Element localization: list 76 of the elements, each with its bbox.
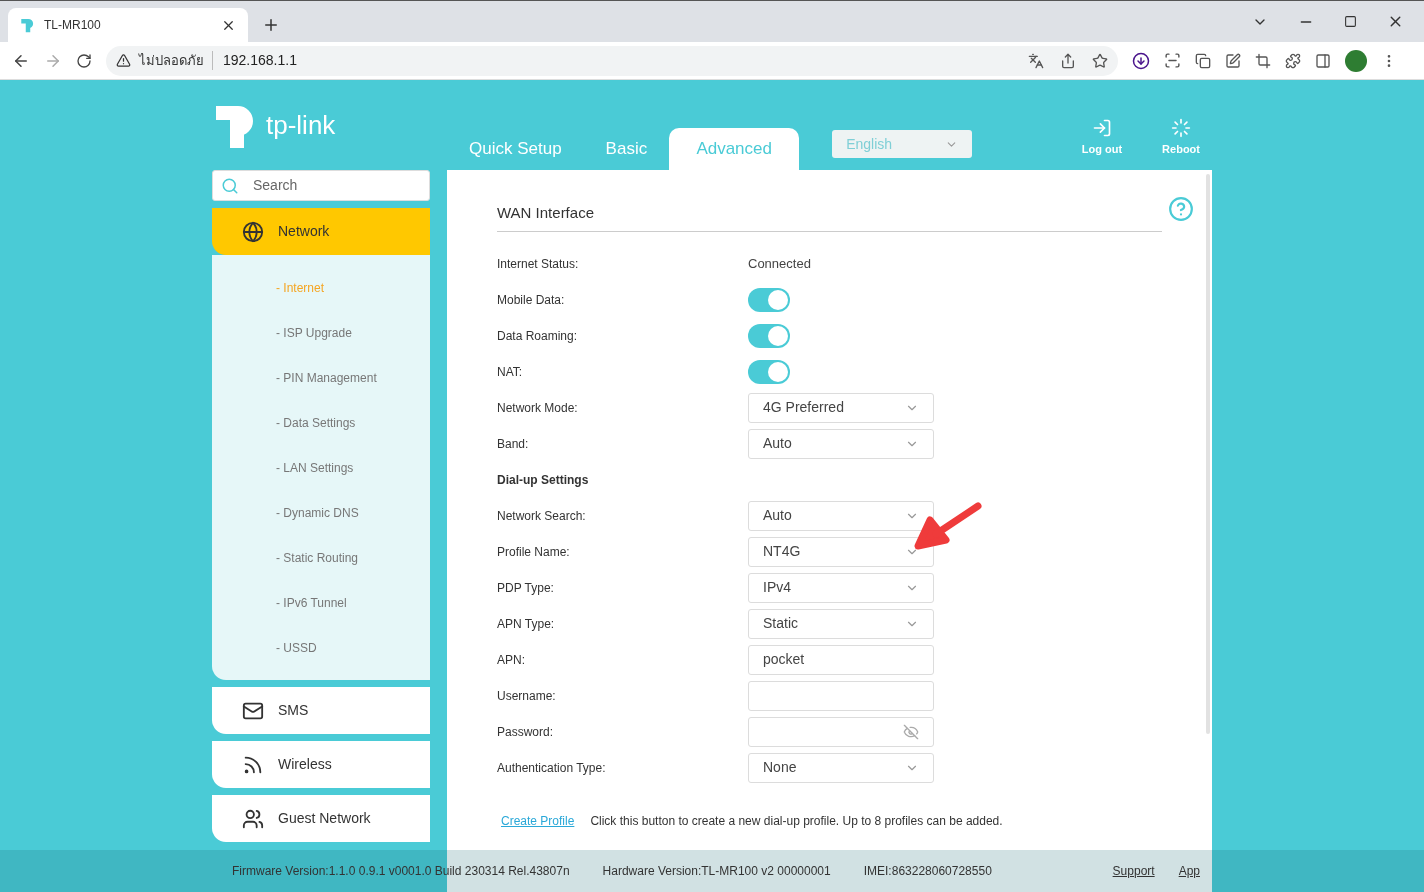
input-field[interactable] bbox=[748, 680, 934, 711]
search-field[interactable]: Search bbox=[212, 170, 430, 201]
dropdown[interactable]: IPv4 bbox=[748, 572, 934, 603]
edit-icon[interactable] bbox=[1225, 52, 1241, 69]
toggle-switch[interactable] bbox=[748, 287, 790, 312]
toggle-switch[interactable] bbox=[748, 323, 790, 348]
field-label: Band: bbox=[497, 435, 530, 453]
toggle-switch[interactable] bbox=[748, 359, 790, 384]
reload-icon[interactable] bbox=[76, 52, 92, 69]
translate-icon[interactable] bbox=[1028, 52, 1044, 69]
security-label: ไม่ปลอดภัย bbox=[139, 50, 213, 71]
help-text: Click this button to create a new dial-up profile. Up to 8 profiles can be added. bbox=[590, 812, 1003, 830]
panel-title: WAN Interface bbox=[497, 203, 594, 223]
dropdown[interactable]: Auto bbox=[748, 500, 934, 531]
field-label: Password: bbox=[497, 723, 555, 741]
section-heading: Dial-up Settings bbox=[497, 471, 589, 489]
field-label: NAT: bbox=[497, 363, 524, 381]
dropdown[interactable]: None bbox=[748, 752, 934, 783]
tab-title: TL-MR100 bbox=[44, 17, 102, 34]
field-label: Username: bbox=[497, 687, 557, 705]
footer-info: Hardware Version:TL-MR100 v2 00000001 bbox=[602, 863, 831, 880]
menu-item[interactable]: Wireless bbox=[212, 741, 430, 788]
menu-item[interactable]: Network bbox=[212, 208, 430, 255]
reboot-icon bbox=[1171, 117, 1192, 138]
share-icon[interactable] bbox=[1060, 52, 1076, 69]
field-label: PDP Type: bbox=[497, 579, 555, 597]
extensions-icon[interactable] bbox=[1285, 52, 1301, 69]
field-label: APN Type: bbox=[497, 615, 556, 633]
crop-icon[interactable] bbox=[1255, 52, 1271, 69]
users-icon bbox=[242, 807, 264, 830]
maximize-icon[interactable] bbox=[1344, 15, 1357, 28]
input-field[interactable]: pocket bbox=[748, 644, 934, 675]
footer-info: IMEI:863228060728550 bbox=[863, 863, 992, 880]
star-icon[interactable] bbox=[1092, 52, 1108, 69]
search-icon bbox=[221, 176, 239, 195]
side-panel-icon[interactable] bbox=[1315, 52, 1331, 69]
submenu-item[interactable]: - IPv6 Tunnel bbox=[212, 580, 430, 625]
dropdown[interactable]: Auto bbox=[748, 428, 934, 459]
avatar-icon[interactable] bbox=[1345, 49, 1367, 72]
field-label: Network Search: bbox=[497, 507, 587, 525]
submenu-item[interactable]: - Dynamic DNS bbox=[212, 490, 430, 535]
logout-icon bbox=[1091, 117, 1112, 138]
submenu-item[interactable]: - PIN Management bbox=[212, 355, 430, 400]
warning-icon bbox=[116, 53, 131, 68]
submenu-item[interactable]: - LAN Settings bbox=[212, 445, 430, 490]
url-text: 192.168.1.1 bbox=[223, 51, 297, 70]
dropdown[interactable]: Static bbox=[748, 608, 934, 639]
dropdown[interactable]: 4G Preferred bbox=[748, 392, 934, 423]
submenu-item[interactable]: - USSD bbox=[212, 625, 430, 670]
field-label: Profile Name: bbox=[497, 543, 571, 561]
field-label: Mobile Data: bbox=[497, 291, 566, 309]
field-label: Internet Status: bbox=[497, 255, 580, 273]
password-field[interactable] bbox=[748, 716, 934, 747]
address-bar[interactable]: ไม่ปลอดภัย 192.168.1.1 bbox=[106, 45, 1118, 76]
tab-favicon-icon bbox=[20, 17, 36, 33]
submenu-item[interactable]: - Data Settings bbox=[212, 400, 430, 445]
globe-icon bbox=[242, 220, 264, 243]
footer-link[interactable]: Support bbox=[1112, 862, 1155, 880]
arrow-annotation bbox=[912, 500, 984, 550]
download-icon[interactable] bbox=[1132, 51, 1150, 70]
menu-item[interactable]: Guest Network bbox=[212, 795, 430, 842]
brand-name: tp-link bbox=[266, 108, 336, 142]
screenshot-icon[interactable] bbox=[1164, 52, 1181, 69]
menu-item[interactable]: SMS bbox=[212, 687, 430, 734]
field-label: APN: bbox=[497, 651, 526, 669]
submenu-item[interactable]: - ISP Upgrade bbox=[212, 310, 430, 355]
eye-off-icon bbox=[903, 723, 919, 740]
footer-link[interactable]: App bbox=[1178, 862, 1200, 880]
field-label: Data Roaming: bbox=[497, 327, 579, 345]
field-label: Authentication Type: bbox=[497, 759, 607, 777]
status-value: Connected bbox=[748, 254, 811, 273]
browser-tab[interactable]: TL-MR100 bbox=[8, 8, 248, 42]
submenu-item[interactable]: - Static Routing bbox=[212, 535, 430, 580]
new-tab-icon[interactable] bbox=[262, 16, 280, 34]
dropdown[interactable]: NT4G bbox=[748, 536, 934, 567]
field-label: Network Mode: bbox=[497, 399, 579, 417]
